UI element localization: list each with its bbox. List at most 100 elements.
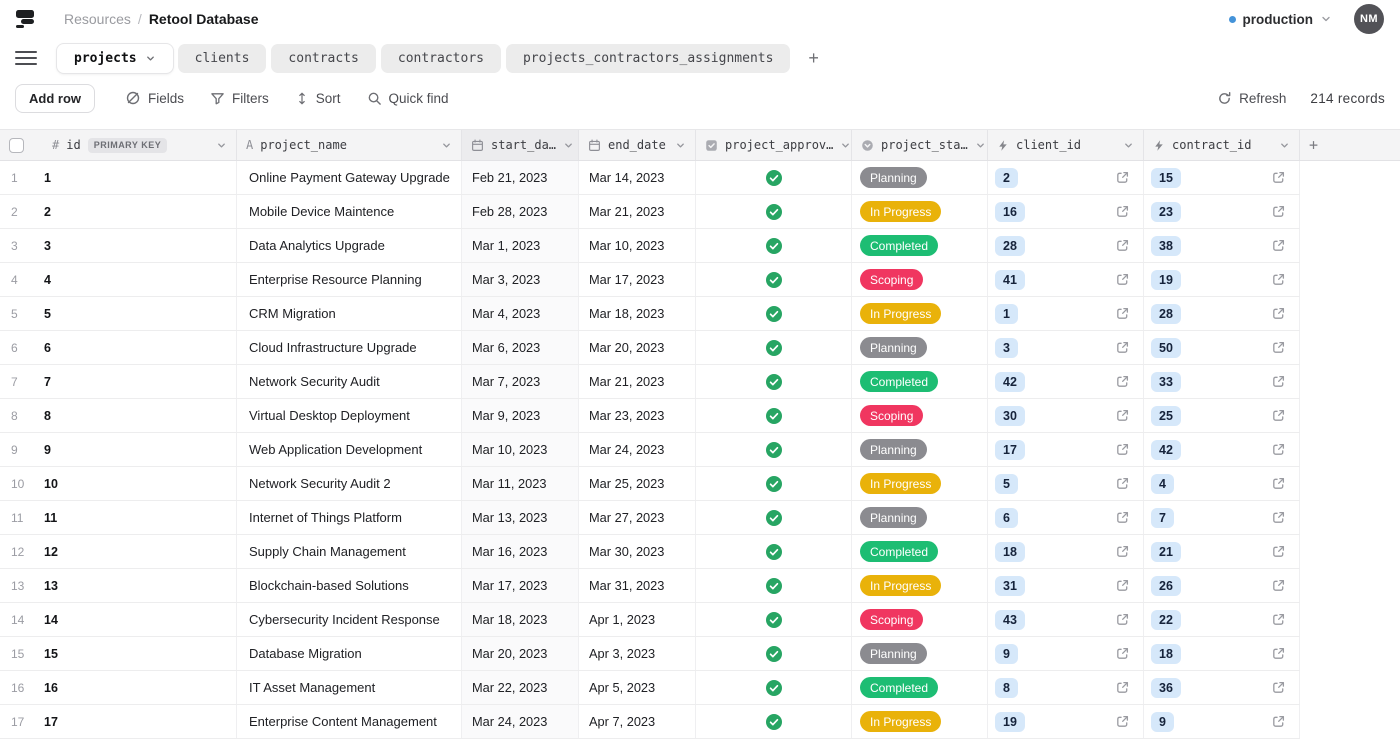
contract-id-chip[interactable]: 19	[1151, 270, 1181, 290]
project-status-cell[interactable]: Completed	[852, 671, 988, 704]
contract-id-chip[interactable]: 22	[1151, 610, 1181, 630]
external-link-icon[interactable]	[1115, 238, 1130, 253]
contract-id-chip[interactable]: 21	[1151, 542, 1181, 562]
end-date-cell[interactable]: Mar 10, 2023	[579, 229, 696, 262]
project-approved-cell[interactable]	[696, 637, 852, 670]
contract-id-cell[interactable]: 18	[1144, 637, 1300, 670]
contract-id-cell[interactable]: 22	[1144, 603, 1300, 636]
project-name-cell[interactable]: Network Security Audit 2	[237, 467, 462, 500]
client-id-chip[interactable]: 8	[995, 678, 1018, 698]
id-cell[interactable]: 12 12	[0, 535, 237, 568]
client-id-cell[interactable]: 31	[988, 569, 1144, 602]
external-link-icon[interactable]	[1271, 646, 1286, 661]
client-id-cell[interactable]: 42	[988, 365, 1144, 398]
chevron-down-icon[interactable]	[1123, 140, 1134, 151]
tab-contractors[interactable]: contractors	[381, 44, 501, 73]
add-column-button[interactable]: +	[1300, 130, 1400, 160]
project-approved-cell[interactable]	[696, 263, 852, 296]
id-cell[interactable]: 5 5	[0, 297, 237, 330]
start-date-cell[interactable]: Mar 9, 2023	[462, 399, 579, 432]
id-cell[interactable]: 9 9	[0, 433, 237, 466]
end-date-cell[interactable]: Mar 24, 2023	[579, 433, 696, 466]
project-name-cell[interactable]: CRM Migration	[237, 297, 462, 330]
contract-id-chip[interactable]: 28	[1151, 304, 1181, 324]
column-header-end-date[interactable]: end_date	[579, 130, 696, 160]
contract-id-cell[interactable]: 33	[1144, 365, 1300, 398]
contract-id-chip[interactable]: 23	[1151, 202, 1181, 222]
chevron-down-icon[interactable]	[1279, 140, 1290, 151]
refresh-button[interactable]: Refresh	[1217, 91, 1286, 106]
external-link-icon[interactable]	[1271, 612, 1286, 627]
external-link-icon[interactable]	[1115, 272, 1130, 287]
project-name-cell[interactable]: Online Payment Gateway Upgrade	[237, 161, 462, 194]
project-approved-cell[interactable]	[696, 161, 852, 194]
project-status-cell[interactable]: Planning	[852, 433, 988, 466]
start-date-cell[interactable]: Mar 4, 2023	[462, 297, 579, 330]
external-link-icon[interactable]	[1271, 374, 1286, 389]
project-approved-cell[interactable]	[696, 331, 852, 364]
external-link-icon[interactable]	[1115, 374, 1130, 389]
client-id-chip[interactable]: 18	[995, 542, 1025, 562]
project-name-cell[interactable]: Mobile Device Maintence	[237, 195, 462, 228]
contract-id-chip[interactable]: 38	[1151, 236, 1181, 256]
external-link-icon[interactable]	[1115, 646, 1130, 661]
external-link-icon[interactable]	[1271, 714, 1286, 729]
external-link-icon[interactable]	[1115, 306, 1130, 321]
chevron-down-icon[interactable]	[675, 140, 686, 151]
chevron-down-icon[interactable]	[975, 140, 986, 151]
project-approved-cell[interactable]	[696, 365, 852, 398]
project-name-cell[interactable]: Cybersecurity Incident Response	[237, 603, 462, 636]
project-approved-cell[interactable]	[696, 569, 852, 602]
id-cell[interactable]: 1 1	[0, 161, 237, 194]
project-approved-cell[interactable]	[696, 501, 852, 534]
tab-projects[interactable]: projects	[57, 44, 173, 73]
project-status-cell[interactable]: Completed	[852, 535, 988, 568]
project-name-cell[interactable]: Cloud Infrastructure Upgrade	[237, 331, 462, 364]
project-status-cell[interactable]: In Progress	[852, 467, 988, 500]
external-link-icon[interactable]	[1271, 306, 1286, 321]
project-approved-cell[interactable]	[696, 671, 852, 704]
end-date-cell[interactable]: Apr 7, 2023	[579, 705, 696, 738]
project-name-cell[interactable]: Enterprise Resource Planning	[237, 263, 462, 296]
id-cell[interactable]: 16 16	[0, 671, 237, 704]
start-date-cell[interactable]: Mar 18, 2023	[462, 603, 579, 636]
client-id-cell[interactable]: 30	[988, 399, 1144, 432]
project-status-cell[interactable]: Completed	[852, 365, 988, 398]
external-link-icon[interactable]	[1271, 204, 1286, 219]
project-status-cell[interactable]: In Progress	[852, 297, 988, 330]
external-link-icon[interactable]	[1115, 612, 1130, 627]
start-date-cell[interactable]: Mar 6, 2023	[462, 331, 579, 364]
client-id-chip[interactable]: 43	[995, 610, 1025, 630]
client-id-chip[interactable]: 5	[995, 474, 1018, 494]
project-name-cell[interactable]: Internet of Things Platform	[237, 501, 462, 534]
contract-id-chip[interactable]: 25	[1151, 406, 1181, 426]
id-cell[interactable]: 8 8	[0, 399, 237, 432]
project-name-cell[interactable]: Web Application Development	[237, 433, 462, 466]
start-date-cell[interactable]: Mar 17, 2023	[462, 569, 579, 602]
contract-id-chip[interactable]: 9	[1151, 712, 1174, 732]
quick-find-button[interactable]: Quick find	[367, 91, 449, 106]
external-link-icon[interactable]	[1271, 272, 1286, 287]
project-name-cell[interactable]: Network Security Audit	[237, 365, 462, 398]
contract-id-chip[interactable]: 26	[1151, 576, 1181, 596]
client-id-cell[interactable]: 16	[988, 195, 1144, 228]
start-date-cell[interactable]: Mar 10, 2023	[462, 433, 579, 466]
client-id-cell[interactable]: 9	[988, 637, 1144, 670]
project-approved-cell[interactable]	[696, 399, 852, 432]
column-header-contract-id[interactable]: contract_id	[1144, 130, 1300, 160]
end-date-cell[interactable]: Mar 30, 2023	[579, 535, 696, 568]
client-id-chip[interactable]: 16	[995, 202, 1025, 222]
client-id-cell[interactable]: 28	[988, 229, 1144, 262]
start-date-cell[interactable]: Mar 20, 2023	[462, 637, 579, 670]
external-link-icon[interactable]	[1271, 408, 1286, 423]
contract-id-cell[interactable]: 26	[1144, 569, 1300, 602]
start-date-cell[interactable]: Mar 13, 2023	[462, 501, 579, 534]
client-id-chip[interactable]: 30	[995, 406, 1025, 426]
external-link-icon[interactable]	[1115, 714, 1130, 729]
project-status-cell[interactable]: In Progress	[852, 195, 988, 228]
end-date-cell[interactable]: Mar 21, 2023	[579, 195, 696, 228]
end-date-cell[interactable]: Mar 20, 2023	[579, 331, 696, 364]
start-date-cell[interactable]: Mar 3, 2023	[462, 263, 579, 296]
external-link-icon[interactable]	[1271, 340, 1286, 355]
external-link-icon[interactable]	[1271, 578, 1286, 593]
